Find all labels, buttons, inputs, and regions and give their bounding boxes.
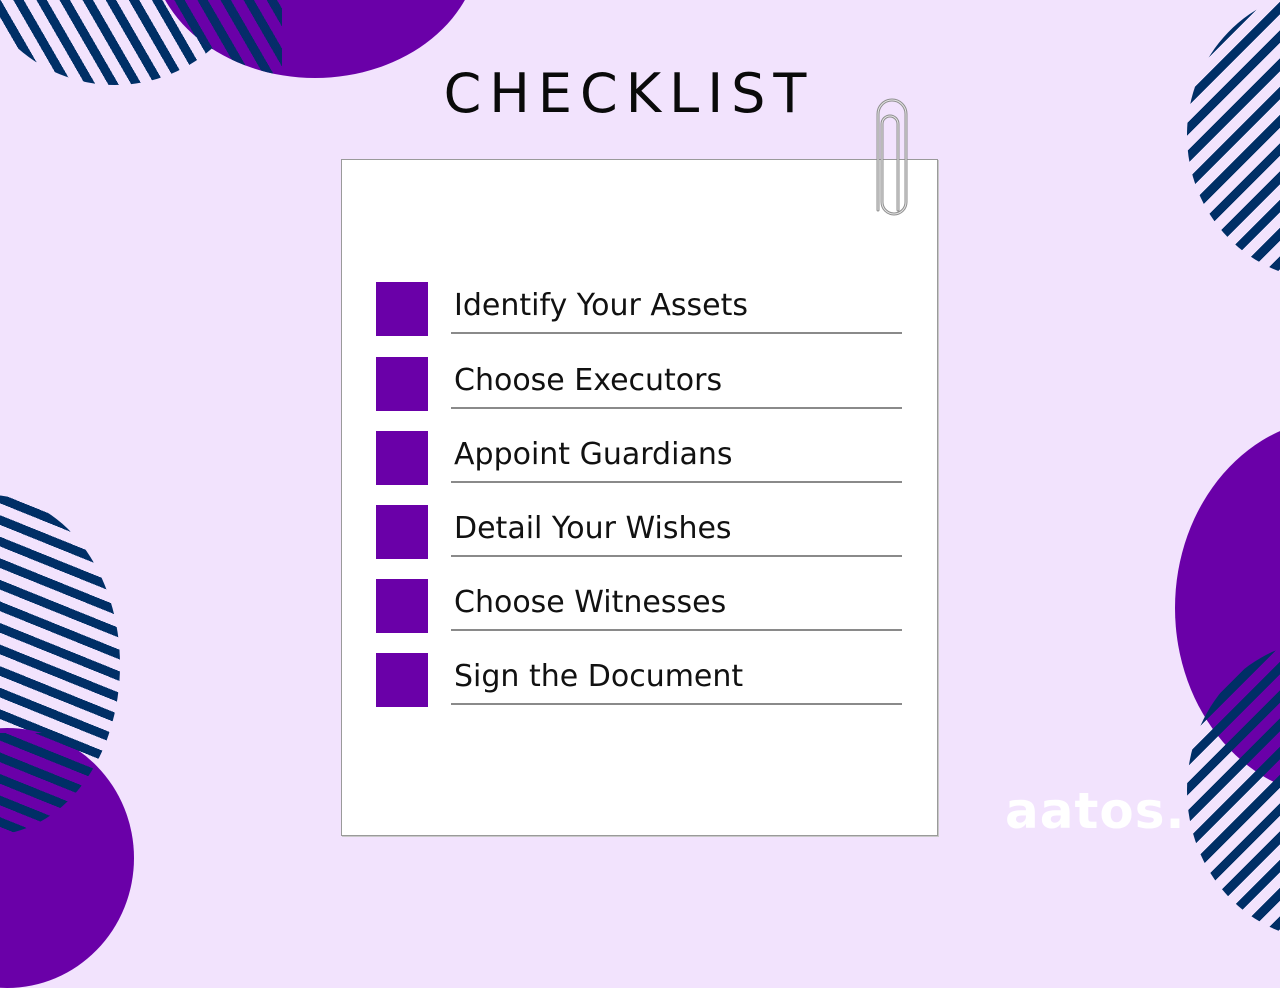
checklist-item[interactable]: Identify Your Assets — [376, 282, 902, 338]
checkbox-square-icon[interactable] — [376, 653, 428, 707]
underline-rule — [451, 703, 902, 705]
checklist-card — [341, 159, 938, 836]
checklist-item-label: Sign the Document — [454, 659, 744, 694]
checkbox-square-icon[interactable] — [376, 431, 428, 485]
checklist-item[interactable]: Appoint Guardians — [376, 431, 902, 487]
checklist-item[interactable]: Sign the Document — [376, 653, 902, 709]
checklist-item-label: Choose Executors — [454, 363, 723, 398]
underline-rule — [451, 407, 902, 409]
checklist-item-label: Detail Your Wishes — [454, 511, 732, 546]
underline-rule — [451, 332, 902, 334]
paperclip-icon — [876, 98, 908, 216]
checkbox-square-icon[interactable] — [376, 357, 428, 411]
striped-circle-top-right — [1187, 0, 1280, 280]
checklist-item[interactable]: Choose Executors — [376, 357, 902, 413]
checklist-item-label: Identify Your Assets — [454, 288, 748, 323]
page-title: CHECKLIST — [443, 62, 815, 125]
checkbox-square-icon[interactable] — [376, 579, 428, 633]
checklist-item-label: Appoint Guardians — [454, 437, 733, 472]
underline-rule — [451, 555, 902, 557]
checkbox-square-icon[interactable] — [376, 505, 428, 559]
checklist-item[interactable]: Choose Witnesses — [376, 579, 902, 635]
brand-logo: aatos. — [1005, 782, 1186, 840]
checkbox-square-icon[interactable] — [376, 282, 428, 336]
underline-rule — [451, 629, 902, 631]
checklist-item-label: Choose Witnesses — [454, 585, 727, 620]
checklist-item[interactable]: Detail Your Wishes — [376, 505, 902, 561]
underline-rule — [451, 481, 902, 483]
